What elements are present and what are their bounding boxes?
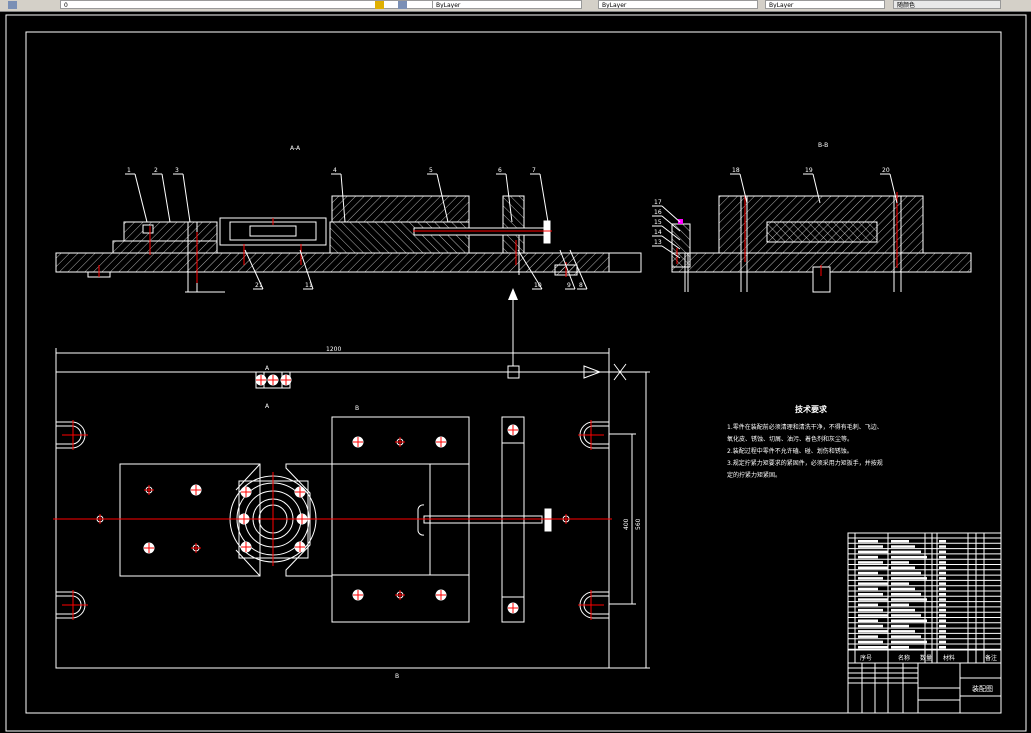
bolt-hole-icon [255, 374, 267, 386]
bolt-hole-icon [435, 436, 447, 448]
bolt-hole-icon [240, 486, 252, 498]
color-value: ByLayer [436, 2, 461, 9]
part-balloon: 7 [530, 167, 549, 223]
plan-holes [95, 374, 571, 614]
balloon-number: 17 [654, 199, 662, 206]
section-bb-view [671, 195, 972, 293]
part-balloon: 2 [152, 167, 171, 223]
bolt-hole-icon [395, 437, 405, 447]
balloon-number: 6 [498, 167, 502, 174]
bolt-hole-icon [352, 436, 364, 448]
linetype-value: ByLayer [602, 2, 627, 9]
linetype-dropdown[interactable]: ByLayer [598, 0, 758, 9]
part-balloon: 3 [173, 167, 191, 223]
bolt-hole-icon [507, 602, 519, 614]
tech-line: 氧化皮、锈蚀、切屑、油污、着色剂和灰尘等。 [727, 435, 853, 443]
tech-line: 2.装配过程中零件不允许磕、碰、划伤和锈蚀。 [727, 447, 853, 455]
dimension-height: 560 [635, 518, 642, 530]
section-marker: B [395, 673, 399, 680]
balloon-number: 1 [127, 167, 131, 174]
header-material: 材料 [943, 654, 955, 662]
lineweight-dropdown[interactable]: ByLayer [765, 0, 885, 9]
balloon-number: 19 [805, 167, 813, 174]
view-direction-arrow-icon [508, 288, 518, 300]
balloon-number: 9 [567, 282, 571, 289]
section-aa-label: A-A [290, 145, 301, 152]
layer-value: 0 [64, 2, 68, 9]
bolt-hole-icon [190, 484, 202, 496]
balloon-number: 5 [429, 167, 433, 174]
tech-requirements-title: 技术要求 [795, 404, 828, 414]
plotstyle-dropdown[interactable]: 随颜色 [893, 0, 1001, 9]
section-bb-label: B-B [818, 142, 828, 149]
tech-line: 定的拧紧力矩紧固。 [727, 471, 781, 479]
bolt-hole-icon [240, 541, 252, 553]
balloon-number: 20 [882, 167, 890, 174]
bolt-hole-icon [395, 590, 405, 600]
bolt-hole-icon [294, 541, 306, 553]
header-qty: 数量 [920, 654, 932, 662]
drawing-name: 装配图 [972, 684, 993, 693]
tech-line: 3.规定拧紧力矩要求的紧固件，必须采用力矩扳手，并按规 [727, 459, 883, 467]
balloon-number: 14 [654, 229, 662, 236]
section-marker: A [265, 403, 270, 410]
balloon-number: 13 [654, 239, 662, 246]
balloon-number: 11 [305, 282, 313, 289]
section-marker: A [265, 365, 270, 372]
bolt-hole-icon [280, 374, 292, 386]
bolt-hole-icon [267, 374, 279, 386]
bolt-hole-icon [435, 589, 447, 601]
section-marker: B [355, 405, 359, 412]
bolt-hole-icon [507, 424, 519, 436]
balloon-number: 2 [154, 167, 158, 174]
dimension-width: 1200 [326, 346, 341, 353]
layer-manager-icon[interactable] [8, 1, 17, 9]
balloon-number: 10 [534, 282, 542, 289]
plotstyle-value: 随颜色 [897, 2, 916, 9]
balloon-number: 15 [654, 219, 662, 226]
balloon-number: 18 [732, 167, 740, 174]
layer-state-icon[interactable] [398, 1, 407, 9]
balloon-number: 21 [255, 282, 263, 289]
layer-previous-icon[interactable] [375, 1, 384, 9]
dimension-slot: 400 [623, 518, 630, 530]
part-balloon: 1 [125, 167, 148, 223]
bolt-hole-icon [352, 589, 364, 601]
lineweight-value: ByLayer [769, 2, 794, 9]
balloon-number: 3 [175, 167, 179, 174]
plan-view [55, 300, 650, 669]
outer-frame [5, 14, 1027, 732]
tech-line: 1.零件在装配前必须清理和清洗干净，不得有毛刺、飞边、 [727, 423, 883, 431]
bolt-hole-icon [143, 542, 155, 554]
balloon-number: 4 [333, 167, 337, 174]
balloon-number: 16 [654, 209, 662, 216]
bolt-hole-icon [144, 485, 154, 495]
header-remarks: 备注 [985, 654, 997, 662]
header-name: 名称 [898, 654, 910, 662]
color-dropdown[interactable]: ByLayer [432, 0, 582, 9]
bolt-hole-icon [294, 486, 306, 498]
balloon-number: 8 [579, 282, 583, 289]
tech-requirements: 技术要求 1.零件在装配前必须清理和清洗干净，不得有毛刺、飞边、 氧化皮、锈蚀、… [727, 404, 883, 479]
drawing-canvas[interactable]: A-A 1 2 3 4 5 6 7 21 11 10 9 8 B-B 18 19 20 17 16 15 14 13 [0, 11, 1031, 733]
bolt-hole-icon [191, 543, 201, 553]
balloon-number: 7 [532, 167, 536, 174]
header-index: 序号 [860, 654, 872, 662]
